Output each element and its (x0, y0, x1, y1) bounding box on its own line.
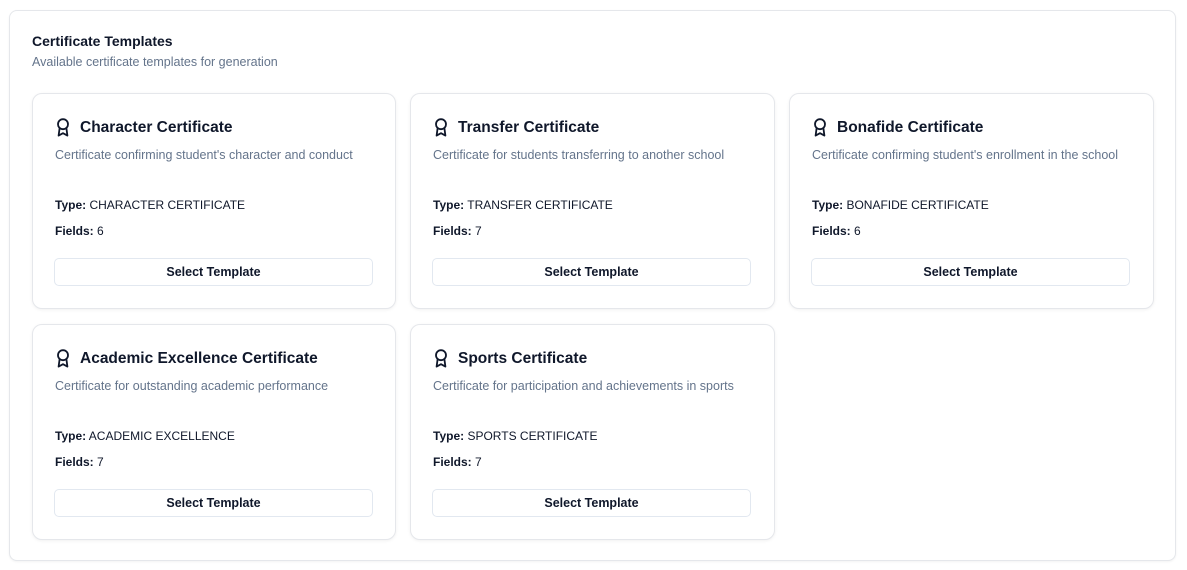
card-type: Type: BONAFIDE CERTIFICATE (812, 198, 989, 212)
template-card-transfer: Transfer Certificate Certificate for stu… (410, 93, 775, 309)
fields-value: 6 (97, 224, 104, 238)
type-value: ACADEMIC EXCELLENCE (88, 429, 235, 443)
fields-label: Fields: (433, 224, 472, 238)
panel-subtitle: Available certificate templates for gene… (32, 55, 278, 69)
card-type: Type: CHARACTER CERTIFICATE (55, 198, 245, 212)
type-value: SPORTS CERTIFICATE (467, 429, 598, 443)
card-type: Type: SPORTS CERTIFICATE (433, 429, 598, 443)
card-description: Certificate for participation and achiev… (433, 379, 734, 393)
type-value: CHARACTER CERTIFICATE (89, 198, 246, 212)
type-label: Type: (55, 198, 87, 212)
select-template-button[interactable]: Select Template (432, 258, 751, 286)
select-template-button[interactable]: Select Template (811, 258, 1130, 286)
award-icon (57, 349, 69, 368)
type-value: TRANSFER CERTIFICATE (467, 198, 613, 212)
card-header: Academic Excellence Certificate (55, 349, 318, 368)
card-title: Bonafide Certificate (837, 118, 984, 136)
template-card-sports: Sports Certificate Certificate for parti… (410, 324, 775, 540)
card-header: Transfer Certificate (433, 118, 599, 137)
award-icon (814, 118, 826, 137)
panel-title: Certificate Templates (32, 33, 173, 49)
award-icon (435, 349, 447, 368)
card-fields: Fields: 6 (55, 224, 104, 238)
certificate-templates-panel: Certificate Templates Available certific… (9, 10, 1176, 561)
card-header: Sports Certificate (433, 349, 587, 368)
award-icon (435, 118, 447, 137)
card-type: Type: TRANSFER CERTIFICATE (433, 198, 613, 212)
type-label: Type: (433, 429, 465, 443)
type-label: Type: (433, 198, 465, 212)
fields-value: 7 (475, 224, 482, 238)
card-title: Character Certificate (80, 118, 233, 136)
card-fields: Fields: 7 (433, 455, 482, 469)
select-template-button[interactable]: Select Template (54, 489, 373, 517)
card-title: Academic Excellence Certificate (80, 349, 318, 367)
card-description: Certificate confirming student's enrollm… (812, 148, 1119, 162)
fields-value: 7 (475, 455, 482, 469)
select-template-button[interactable]: Select Template (54, 258, 373, 286)
award-icon (57, 118, 69, 137)
template-grid: Character Certificate Certificate confir… (32, 93, 1155, 540)
card-header: Bonafide Certificate (812, 118, 983, 137)
select-template-button[interactable]: Select Template (432, 489, 751, 517)
fields-label: Fields: (55, 224, 94, 238)
card-description: Certificate confirming student's charact… (55, 148, 353, 162)
card-fields: Fields: 7 (433, 224, 482, 238)
fields-label: Fields: (433, 455, 472, 469)
fields-value: 7 (97, 455, 104, 469)
template-card-character: Character Certificate Certificate confir… (32, 93, 396, 309)
card-description: Certificate for students transferring to… (433, 148, 725, 162)
fields-value: 6 (854, 224, 861, 238)
fields-label: Fields: (55, 455, 94, 469)
card-title: Transfer Certificate (458, 118, 600, 136)
type-label: Type: (812, 198, 844, 212)
card-description: Certificate for outstanding academic per… (55, 379, 329, 393)
card-fields: Fields: 7 (55, 455, 104, 469)
card-fields: Fields: 6 (812, 224, 861, 238)
card-header: Character Certificate (55, 118, 232, 137)
card-title: Sports Certificate (458, 349, 588, 367)
template-card-bonafide: Bonafide Certificate Certificate confirm… (789, 93, 1154, 309)
type-label: Type: (55, 429, 87, 443)
fields-label: Fields: (812, 224, 851, 238)
card-type: Type: ACADEMIC EXCELLENCE (55, 429, 235, 443)
type-value: BONAFIDE CERTIFICATE (846, 198, 989, 212)
template-card-academic-excellence: Academic Excellence Certificate Certific… (32, 324, 396, 540)
